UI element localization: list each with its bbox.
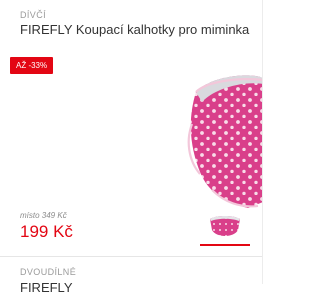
product-category: DÍVČÍ (20, 10, 47, 20)
discount-badge: AŽ -33% (10, 57, 54, 74)
next-product-title[interactable]: FIREFLY (20, 280, 73, 295)
product-card[interactable]: DÍVČÍ FIREFLY Koupací kalhotky pro mimin… (0, 0, 263, 295)
product-thumbnail[interactable] (200, 210, 250, 246)
next-product-category: DVOUDÍLNÉ (20, 267, 77, 277)
sale-price: 199 Kč (20, 222, 73, 241)
card-divider (0, 256, 263, 257)
product-title[interactable]: FIREFLY Koupací kalhotky pro miminka (20, 22, 249, 37)
card-border (262, 0, 263, 284)
original-price: místo 349 Kč (20, 211, 67, 220)
product-image[interactable] (150, 52, 263, 212)
